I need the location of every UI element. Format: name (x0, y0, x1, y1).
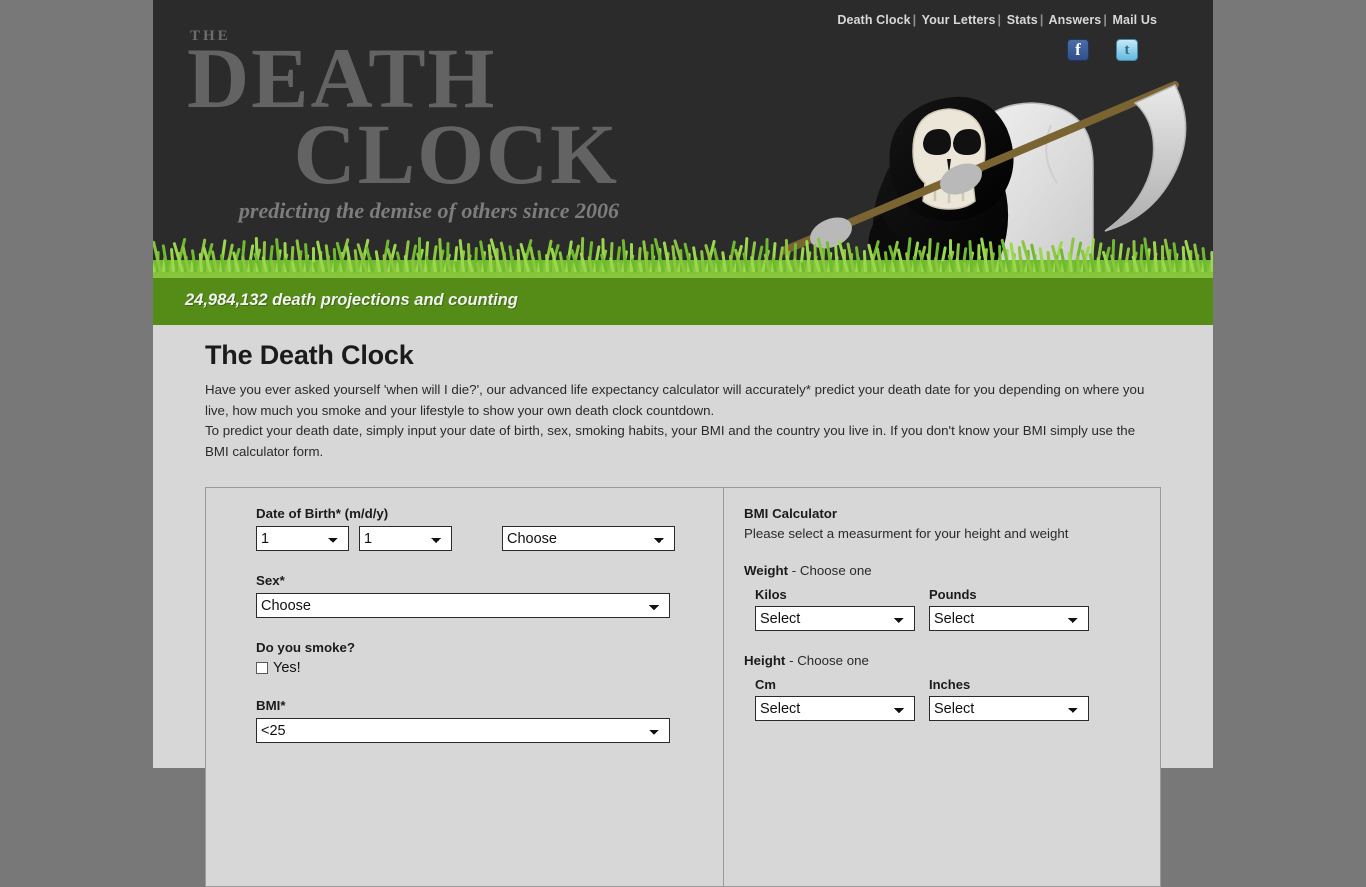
nav-separator: | (997, 13, 1002, 27)
sex-select[interactable]: Choose (256, 593, 670, 618)
inches-select[interactable]: Select (929, 696, 1089, 721)
pounds-select[interactable]: Select (929, 606, 1089, 631)
intro-text: Have you ever asked yourself 'when will … (205, 380, 1161, 462)
intro-paragraph-1: Have you ever asked yourself 'when will … (205, 382, 1145, 418)
height-selects: Cm Select Inches Select (744, 677, 1160, 721)
dob-year-select[interactable]: Choose (502, 526, 675, 551)
smoke-checkbox-label: Yes! (273, 660, 301, 676)
weight-label: Weight (744, 563, 789, 578)
kilos-select[interactable]: Select (755, 606, 915, 631)
top-navigation: Death Clock | Your Letters | Stats | Answer… (837, 13, 1157, 27)
dob-day-select[interactable]: 1 (359, 526, 452, 551)
intro-paragraph-2: To predict your death date, simply input… (205, 423, 1136, 459)
height-label: Height (744, 653, 786, 668)
kilos-label: Kilos (755, 587, 787, 602)
logo-tagline: predicting the demise of others since 20… (238, 198, 619, 224)
inches-label: Inches (929, 677, 971, 692)
nav-item-your-letters[interactable]: Your Letters (922, 13, 996, 27)
bmi-calculator-column: BMI Calculator Please select a measurmen… (724, 488, 1160, 886)
nav-item-death-clock[interactable]: Death Clock (837, 13, 910, 27)
main-content: The Death Clock Have you ever asked your… (153, 325, 1213, 887)
nav-separator: | (912, 13, 917, 27)
height-group: Height - Choose one Cm Select Inches Sel… (744, 653, 1160, 721)
page-title: The Death Clock (205, 340, 414, 370)
weight-group: Weight - Choose one Kilos Select Pounds … (744, 563, 1160, 631)
smoke-checkbox-row[interactable]: Yes! (256, 660, 723, 676)
bmi-select[interactable]: <25 (256, 718, 670, 743)
pounds-cell: Pounds Select (929, 587, 1103, 631)
nav-item-mail-us[interactable]: Mail Us (1113, 13, 1157, 27)
nav-separator: | (1103, 13, 1107, 27)
weight-label-row: Weight - Choose one (744, 563, 1160, 578)
smoke-label: Do you smoke? (256, 640, 356, 655)
death-clock-form-column: Date of Birth* (m/d/y) 1 1 Choose Sex* C… (206, 488, 724, 886)
nav-item-answers[interactable]: Answers (1049, 13, 1102, 27)
death-projection-counter: 24,984,132 death projections and countin… (185, 291, 518, 309)
calculator-form: Date of Birth* (m/d/y) 1 1 Choose Sex* C… (205, 487, 1161, 887)
dob-month-select[interactable]: 1 (256, 526, 349, 551)
pounds-label: Pounds (929, 587, 977, 602)
cm-label: Cm (755, 677, 776, 692)
logo-clock: CLOCK (293, 105, 619, 202)
bmi-calculator-subheading: Please select a measurment for your heig… (744, 526, 1069, 541)
cm-select[interactable]: Select (755, 696, 915, 721)
height-hint: - Choose one (785, 653, 869, 668)
bmi-calculator-heading: BMI Calculator (744, 506, 838, 521)
page-container: Death Clock | Your Letters | Stats | Answer… (153, 0, 1213, 887)
weight-hint: - Choose one (788, 563, 872, 578)
weight-selects: Kilos Select Pounds Select (744, 587, 1160, 631)
grass-strip (153, 236, 1213, 278)
height-label-row: Height - Choose one (744, 653, 1160, 668)
nav-item-stats[interactable]: Stats (1007, 13, 1038, 27)
counter-bar: 24,984,132 death projections and countin… (153, 278, 1213, 325)
site-logo[interactable]: THE DEATH CLOCK predicting the demise of… (187, 28, 787, 224)
dob-row: 1 1 Choose (256, 526, 723, 551)
inches-cell: Inches Select (929, 677, 1103, 721)
site-header: Death Clock | Your Letters | Stats | Answer… (153, 0, 1213, 325)
bmi-label: BMI* (256, 698, 286, 713)
sex-label: Sex* (256, 573, 285, 588)
dob-label: Date of Birth* (m/d/y) (256, 506, 389, 521)
smoke-checkbox[interactable] (256, 662, 268, 674)
kilos-cell: Kilos Select (755, 587, 929, 631)
nav-separator: | (1039, 13, 1044, 27)
cm-cell: Cm Select (755, 677, 929, 721)
